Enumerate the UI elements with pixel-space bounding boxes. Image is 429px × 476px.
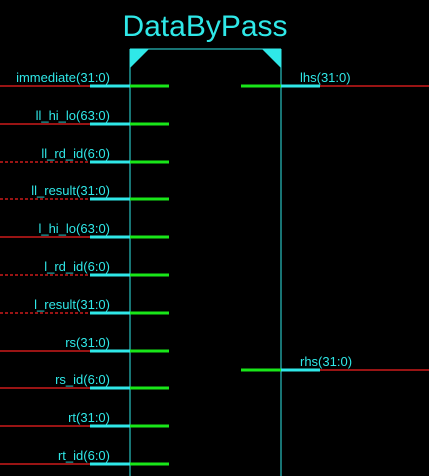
input-port-label: ll_hi_lo(63:0) — [36, 108, 110, 123]
input-port-label: rs(31:0) — [65, 335, 110, 350]
input-port-label: l_hi_lo(63:0) — [38, 221, 110, 236]
input-port-label: ll_rd_id(6:0) — [41, 146, 110, 161]
schematic-canvas: DataByPass immediate(31:0) ll_hi_lo(63:0)… — [0, 0, 429, 476]
input-port-label: ll_result(31:0) — [31, 183, 110, 198]
output-port-label: lhs(31:0) — [300, 70, 351, 85]
input-port-label: rt_id(6:0) — [58, 448, 110, 463]
output-port-label: rhs(31:0) — [300, 354, 352, 369]
input-port-label: rt(31:0) — [68, 410, 110, 425]
input-port-label: immediate(31:0) — [16, 70, 110, 85]
input-port-label: l_rd_id(6:0) — [44, 259, 110, 274]
input-port-label: rs_id(6:0) — [55, 372, 110, 387]
block-title: DataByPass — [122, 10, 287, 43]
input-port-label: l_result(31:0) — [34, 297, 110, 312]
